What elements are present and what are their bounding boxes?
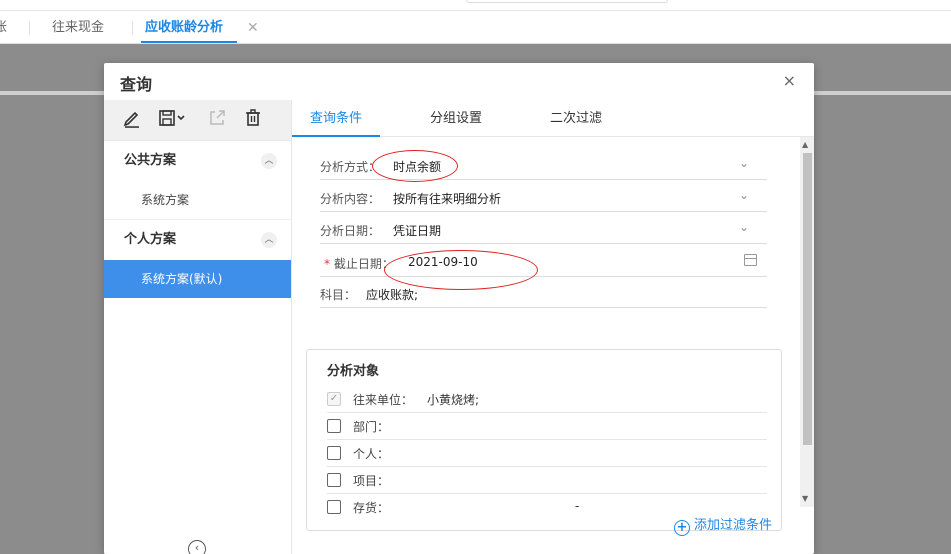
chevron-up-icon[interactable]: ︿ — [261, 232, 277, 248]
partner-value[interactable]: 小黄烧烤; — [427, 391, 479, 408]
analysis-mode-label: 分析方式： — [320, 160, 381, 174]
add-filter-label: 添加过滤条件 — [694, 518, 773, 533]
scroll-thumb[interactable] — [803, 153, 812, 445]
dialog-title: 查询 — [120, 75, 153, 94]
analysis-content-label: 分析内容： — [320, 192, 381, 206]
project-label: 项目： — [353, 474, 390, 488]
chevron-up-icon[interactable]: ︿ — [261, 153, 277, 169]
add-filter-button[interactable]: + 添加过滤条件 — [674, 514, 772, 536]
chevron-down-icon: ⌄ — [738, 156, 749, 170]
scheme-item-system[interactable]: 系统方案 — [104, 181, 291, 219]
department-checkbox[interactable] — [327, 419, 341, 433]
tab-cash[interactable]: 往来现金 — [52, 11, 104, 43]
top-search-box[interactable] — [466, 0, 668, 3]
scroll-down-icon[interactable]: ▼ — [802, 494, 808, 503]
public-scheme-group[interactable]: 公共方案 ︿ — [104, 141, 291, 181]
query-dialog: 查询 × 公共方案 ︿ 系统方案 个人方案 ︿ 系统方案(默认) ‹ 查询条件 … — [104, 63, 814, 554]
object-row-partner: ✓ 往来单位： 小黄烧烤; — [327, 386, 767, 413]
subject-label: 科目： — [320, 288, 357, 302]
tab-secondary-filter[interactable]: 二次过滤 — [550, 100, 602, 136]
save-icon[interactable] — [158, 108, 188, 132]
personal-scheme-group[interactable]: 个人方案 ︿ — [104, 220, 291, 260]
inventory-label: 存货： — [353, 501, 390, 515]
personal-label: 个人： — [353, 447, 390, 461]
object-row-project: 项目： — [327, 467, 767, 494]
tab-separator — [132, 21, 133, 35]
partner-label: 往来单位： — [353, 393, 414, 407]
tab-active-indicator — [141, 41, 238, 43]
query-form: 分析方式： 时点余额 ⌄ 分析内容： 按所有往来明细分析 ⌄ 分析日期： 凭证日… — [292, 137, 800, 554]
dialog-close-icon[interactable]: × — [783, 71, 796, 90]
tab-ar-aging[interactable]: 应收账龄分析 ✕ — [141, 11, 259, 43]
analysis-object-title: 分析对象 — [327, 364, 380, 379]
personal-checkbox[interactable] — [327, 446, 341, 460]
top-bar — [0, 0, 951, 11]
scheme-sidebar: 公共方案 ︿ 系统方案 个人方案 ︿ 系统方案(默认) ‹ — [104, 100, 292, 554]
subject-value: 应收账款; — [366, 288, 419, 302]
chevron-down-icon: ⌄ — [738, 220, 749, 234]
edit-icon[interactable] — [123, 108, 141, 132]
analysis-date-label: 分析日期： — [320, 224, 381, 238]
object-row-personal: 个人： — [327, 440, 767, 467]
annotation-oval — [372, 150, 458, 182]
analysis-content-select[interactable]: 分析内容： 按所有往来明细分析 ⌄ — [320, 183, 767, 212]
tab-separator — [29, 21, 30, 35]
tab-partial[interactable]: 账 — [0, 11, 7, 43]
scheme-item-system-default[interactable]: 系统方案(默认) — [104, 260, 291, 298]
project-checkbox[interactable] — [327, 473, 341, 487]
subject-field[interactable]: 科目： 应收账款; — [320, 279, 767, 308]
calendar-icon[interactable] — [744, 254, 757, 266]
tab-group-settings[interactable]: 分组设置 — [430, 100, 482, 136]
query-content: 查询条件 分组设置 二次过滤 分析方式： 时点余额 ⌄ 分析内容： 按所有往来明… — [292, 100, 814, 554]
analysis-date-value: 凭证日期 — [393, 224, 442, 238]
public-scheme-label: 公共方案 — [124, 153, 177, 168]
export-icon[interactable] — [208, 108, 226, 132]
object-row-department: 部门： — [327, 413, 767, 440]
inventory-checkbox[interactable] — [327, 500, 341, 514]
scheme-toolbar — [104, 100, 291, 141]
chevron-down-icon: ⌄ — [738, 188, 749, 202]
tab-ar-aging-label: 应收账龄分析 — [145, 20, 224, 35]
scroll-up-icon[interactable]: ▲ — [802, 140, 808, 149]
collapse-icon[interactable]: ‹ — [188, 540, 206, 554]
analysis-date-select[interactable]: 分析日期： 凭证日期 ⌄ — [320, 215, 767, 244]
tab-query-conditions[interactable]: 查询条件 — [292, 100, 381, 137]
personal-scheme-label: 个人方案 — [124, 232, 177, 247]
tab-query-conditions-label: 查询条件 — [310, 111, 363, 126]
required-mark: * — [324, 257, 330, 271]
tab-bar: 账 往来现金 应收账龄分析 ✕ — [0, 11, 951, 44]
analysis-object-panel: 分析对象 ✓ 往来单位： 小黄烧烤; 部门： 个人： 项目： 存货： - — [306, 349, 782, 531]
department-label: 部门： — [353, 420, 390, 434]
analysis-content-value: 按所有往来明细分析 — [393, 192, 502, 206]
query-tabs: 查询条件 分组设置 二次过滤 — [292, 100, 814, 137]
inventory-value: - — [575, 499, 580, 513]
partner-checkbox[interactable]: ✓ — [327, 392, 341, 406]
form-scrollbar[interactable]: ▲ ▼ — [800, 137, 814, 507]
plus-circle-icon: + — [674, 520, 690, 536]
delete-icon[interactable] — [244, 108, 262, 132]
close-icon[interactable]: ✕ — [247, 11, 259, 45]
